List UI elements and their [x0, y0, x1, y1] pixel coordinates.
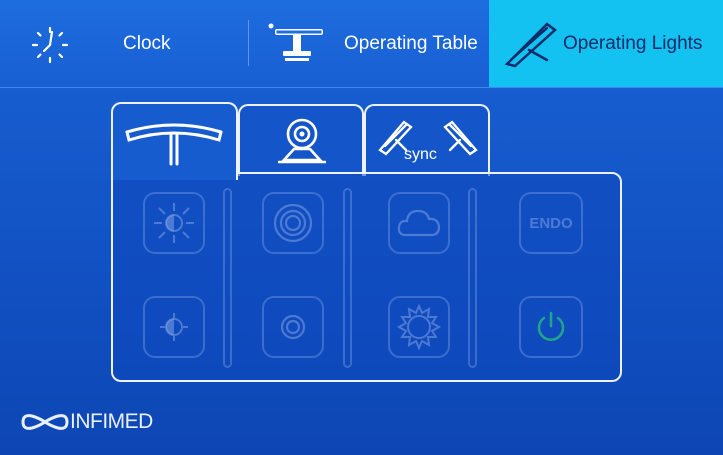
- focus-wide-button[interactable]: [262, 192, 324, 254]
- endo-mode-button[interactable]: ENDO: [519, 192, 583, 254]
- ambient-slider[interactable]: [468, 188, 477, 368]
- sun-icon: [396, 304, 442, 350]
- focus-wide-icon: [273, 203, 313, 243]
- infimed-logo-icon: [21, 414, 69, 430]
- tab-camera[interactable]: [238, 104, 364, 176]
- ambient-sun-button[interactable]: [388, 296, 450, 358]
- endo-label: ENDO: [529, 214, 573, 232]
- power-button[interactable]: [519, 296, 583, 358]
- clock-icon: [31, 26, 69, 64]
- brightness-slider[interactable]: [223, 188, 232, 368]
- lights-tab-label: Operating Lights: [563, 33, 703, 54]
- camera-icon: [278, 118, 326, 164]
- tab-clock[interactable]: Clock: [0, 0, 248, 87]
- brightness-down-button[interactable]: [143, 296, 205, 358]
- brightness-up-button[interactable]: [143, 192, 205, 254]
- focus-slider[interactable]: [343, 188, 352, 368]
- brand-name: INFIMED: [70, 410, 153, 433]
- tab-light-1[interactable]: [111, 102, 238, 180]
- brightness-low-icon: [160, 313, 188, 341]
- table-tab-label: Operating Table: [344, 33, 478, 54]
- ambient-cloud-button[interactable]: [388, 192, 450, 254]
- operating-table-icon: [268, 23, 323, 61]
- tab-operating-table[interactable]: Operating Table: [249, 0, 489, 87]
- tab-operating-lights[interactable]: Operating Lights: [489, 0, 723, 87]
- cloud-icon: [397, 209, 441, 237]
- focus-narrow-icon: [280, 314, 306, 340]
- tab-sync-lights[interactable]: [364, 104, 490, 176]
- sync-label: sync: [404, 146, 437, 163]
- surgical-light-icon: [125, 123, 223, 166]
- top-nav-bar: Clock Operating Table Operating Lights: [0, 0, 723, 88]
- brightness-high-icon: [154, 203, 194, 243]
- focus-narrow-button[interactable]: [262, 296, 324, 358]
- operating-light-icon: [504, 22, 557, 68]
- brand-logo: INFIMED: [20, 410, 153, 434]
- power-icon: [537, 311, 565, 341]
- clock-tab-label: Clock: [123, 33, 171, 54]
